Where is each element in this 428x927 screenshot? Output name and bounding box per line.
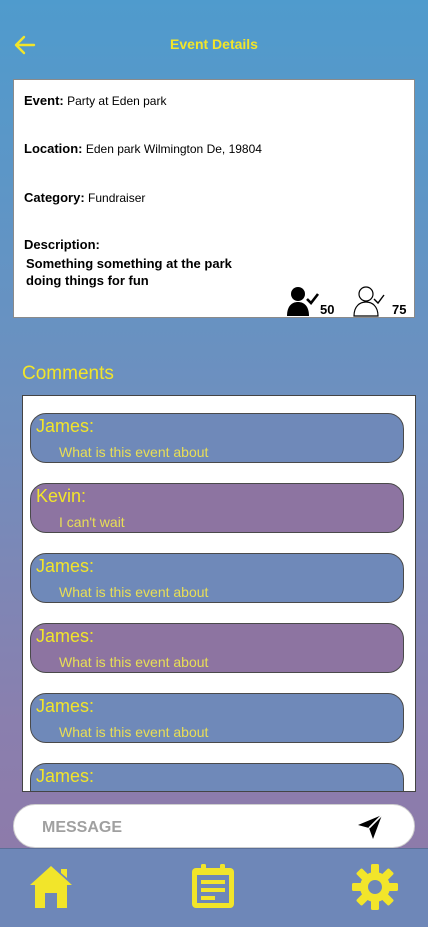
event-details-card: Event: Party at Eden park Location: Eden…: [13, 79, 415, 318]
comment-author: James:: [36, 556, 95, 576]
comment-author: James:: [36, 766, 95, 786]
comment-author: Kevin:: [36, 486, 87, 506]
event-label: Event:: [24, 93, 64, 108]
location-value: Eden park Wilmington De, 19804: [85, 142, 262, 156]
comments-heading: Comments: [22, 363, 114, 384]
header: Event Details: [0, 0, 428, 88]
comment-item[interactable]: James:: [30, 763, 404, 791]
attending-count: 50: [320, 302, 335, 317]
comment-author: James:: [36, 626, 95, 646]
comment-text: What is this event about: [59, 724, 209, 740]
location-label: Location:: [24, 141, 83, 156]
attending-stat: 50: [286, 285, 334, 317]
page-title: Event Details: [170, 36, 258, 52]
comment-text: I can't wait: [59, 514, 125, 530]
comment-item[interactable]: James: What is this event about: [30, 693, 404, 743]
category-label: Category:: [24, 190, 85, 205]
interested-count: 75: [392, 302, 407, 317]
interested-stat: 75: [352, 285, 406, 317]
settings-icon[interactable]: [351, 863, 399, 911]
comment-text: What is this event about: [59, 584, 209, 600]
comment-item[interactable]: Kevin: I can't wait: [30, 483, 404, 533]
description-label: Description:: [24, 237, 100, 252]
comment-text: What is this event about: [59, 444, 209, 460]
event-row: Event: Party at Eden park: [24, 93, 166, 108]
comment-author: James:: [36, 416, 95, 436]
message-bar: [13, 804, 415, 848]
description-row: Description:: [24, 237, 100, 252]
comment-author: James:: [36, 696, 95, 716]
user-check-outline-icon: [353, 286, 385, 317]
comment-text: What is this event about: [59, 654, 209, 670]
event-value: Party at Eden park: [67, 94, 167, 108]
category-value: Fundraiser: [88, 191, 146, 205]
description-value: Something something at the park doing th…: [26, 256, 232, 288]
comment-item[interactable]: James: What is this event about: [30, 553, 404, 603]
message-input[interactable]: [40, 815, 344, 841]
location-row: Location: Eden park Wilmington De, 19804: [24, 141, 262, 156]
home-icon[interactable]: [27, 863, 75, 911]
calendar-icon[interactable]: [189, 863, 237, 911]
send-icon[interactable]: [356, 813, 384, 841]
bottom-nav: [0, 848, 428, 927]
comments-list[interactable]: James: What is this event about Kevin: I…: [22, 395, 416, 792]
comment-item[interactable]: James: What is this event about: [30, 413, 404, 463]
category-row: Category: Fundraiser: [24, 190, 145, 205]
user-check-filled-icon: [287, 287, 320, 316]
comment-item[interactable]: James: What is this event about: [30, 623, 404, 673]
